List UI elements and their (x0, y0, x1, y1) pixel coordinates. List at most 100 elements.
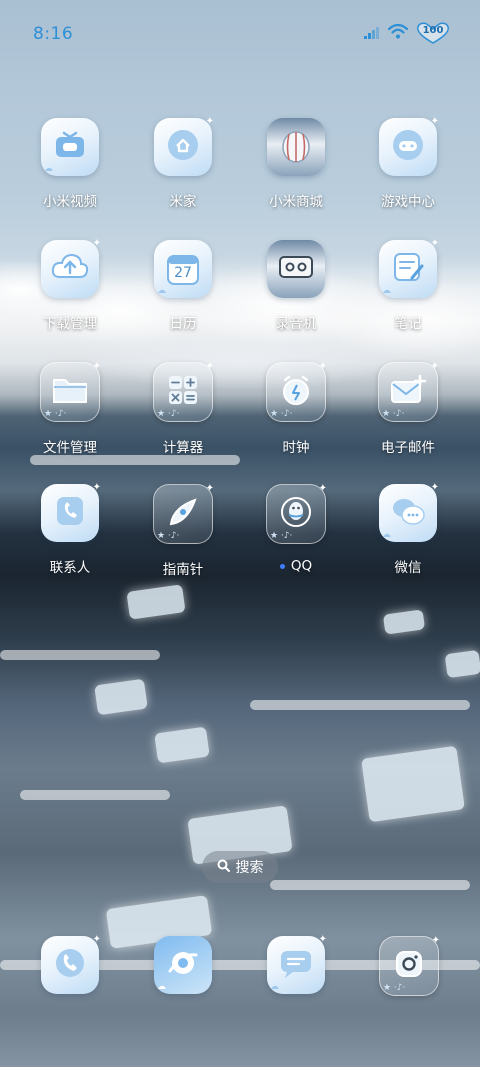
battery-icon: 100 (416, 22, 450, 44)
calendar-day: 27 (174, 265, 192, 281)
app-label: 计算器 (162, 440, 204, 456)
app-calculator[interactable]: ✦ ★ ·♪· 计算器 (133, 361, 233, 456)
calendar-icon: 27 (165, 251, 201, 287)
camera-icon (392, 947, 426, 985)
app-xiaomi-store[interactable]: 小米商城 (246, 118, 346, 210)
app-notes[interactable]: ✦ ☁ 笔记 (358, 238, 458, 332)
dock-browser[interactable]: ☁ (153, 936, 213, 994)
app-label: 文件管理 (43, 440, 97, 456)
app-label: 时钟 (282, 440, 310, 456)
app-file-manager[interactable]: ✦ ★ ·♪· 文件管理 (20, 361, 120, 456)
video-icon (53, 130, 87, 164)
app-compass[interactable]: ✦ ★ ·♪· 指南针 (133, 483, 233, 578)
status-icons: 100 (364, 22, 450, 44)
app-xiaomi-video[interactable]: ☁ 小米视频 (20, 118, 120, 210)
app-recorder[interactable]: 录音机 (246, 240, 346, 332)
app-calendar[interactable]: 27 ☁ 日历 (133, 240, 233, 332)
wallpaper-ice (154, 726, 210, 764)
phone-icon (52, 945, 88, 985)
wallpaper-ice (361, 745, 465, 823)
app-label-text: QQ (290, 558, 313, 574)
folder-icon (51, 374, 89, 410)
messages-icon (277, 946, 315, 984)
app-label: 米家 (169, 194, 197, 210)
sparkle-icon: ✦ (318, 934, 327, 945)
sparkle-icon: ✦ (318, 483, 327, 494)
smart-home-icon (165, 127, 201, 167)
wallpaper-foam (20, 790, 170, 800)
app-label: 游戏中心 (381, 194, 435, 210)
star-badge-icon: ★ ·♪· (157, 531, 180, 541)
bow-icon: ✦ (92, 482, 101, 493)
app-game-center[interactable]: ✦ 游戏中心 (358, 116, 458, 210)
dock-messages[interactable]: ✦ ☁ (266, 934, 327, 994)
app-mijia[interactable]: ✦ 米家 (133, 116, 233, 210)
update-dot (279, 563, 285, 569)
dock-camera[interactable]: ✦ ★ ·♪· (379, 935, 440, 996)
app-contacts[interactable]: ✦ 联系人 (20, 482, 120, 576)
app-qq[interactable]: ✦ ★ ·♪· QQ (246, 483, 346, 574)
badge-icon: ☁ (157, 982, 166, 992)
app-label: 指南针 (162, 562, 204, 578)
sparkle-icon: ✦ (318, 361, 327, 372)
wallpaper-ice (94, 678, 148, 716)
app-wechat[interactable]: ✦ ☁ 微信 (358, 482, 458, 576)
recorder-icon (277, 252, 315, 286)
sparkle-icon: ✦ (430, 482, 439, 493)
compass-icon (165, 494, 201, 534)
app-label: 笔记 (394, 316, 422, 332)
app-clock[interactable]: ✦ ★ ·♪· 时钟 (246, 361, 346, 456)
app-label: 下载管理 (43, 316, 97, 332)
sparkle-icon: ✦ (205, 483, 214, 494)
sparkle-icon: ✦ (430, 361, 439, 372)
qq-penguin-icon (278, 494, 314, 534)
wallpaper-foam (30, 455, 240, 465)
bow-icon: ✦ (92, 934, 101, 945)
notes-icon (390, 249, 426, 289)
dock-phone[interactable]: ✦ (40, 934, 101, 994)
badge-icon: ☁ (157, 286, 166, 296)
calculator-icon (166, 373, 200, 411)
star-badge-icon: ★ ·♪· (157, 409, 180, 419)
wallpaper-ice (382, 609, 426, 635)
bow-icon: ✦ (92, 238, 101, 249)
star-badge-icon: ★ ·♪· (270, 531, 293, 541)
sparkle-icon: ✦ (92, 361, 101, 372)
signal-icon (364, 24, 380, 43)
app-label: 小米商城 (269, 194, 323, 210)
bow-icon: ✦ (430, 116, 439, 127)
wallpaper-foam (0, 650, 160, 660)
wallpaper-ice (126, 584, 186, 620)
browser-icon (165, 945, 201, 985)
star-badge-icon: ★ ·♪· (270, 409, 293, 419)
wallpaper-foam (250, 700, 470, 710)
badge-icon: ☁ (270, 982, 279, 992)
badge-icon: ☁ (44, 164, 53, 174)
app-label: 联系人 (49, 560, 91, 576)
star-badge-icon: ★ ·♪· (383, 983, 406, 993)
app-label: 小米视频 (43, 194, 97, 210)
alarm-clock-icon (278, 372, 314, 412)
wechat-icon (389, 494, 427, 532)
sparkle-icon: ✦ (430, 238, 439, 249)
app-label: QQ (246, 558, 346, 574)
badge-icon: ☁ (382, 530, 391, 540)
star-badge-icon: ★ ·♪· (44, 409, 67, 419)
gamepad-icon (390, 127, 426, 167)
app-label: 日历 (169, 316, 197, 332)
battery-level: 100 (422, 25, 444, 36)
app-download-manager[interactable]: ✦ 下载管理 (20, 238, 120, 332)
sparkle-icon: ✦ (431, 935, 440, 946)
status-time: 8:16 (33, 24, 74, 44)
search-button[interactable]: 搜索 (202, 851, 278, 883)
mail-icon (389, 374, 427, 410)
status-bar: 8:16 100 (0, 0, 480, 60)
wallpaper-ice (444, 649, 480, 679)
app-label: 电子邮件 (381, 440, 435, 456)
contacts-icon (52, 493, 88, 533)
app-email[interactable]: ✦ ★ ·♪· 电子邮件 (358, 361, 458, 456)
wallpaper-foam (270, 880, 470, 890)
bow-icon: ✦ (205, 116, 214, 127)
app-label: 录音机 (275, 316, 317, 332)
download-cloud-icon (50, 251, 90, 287)
